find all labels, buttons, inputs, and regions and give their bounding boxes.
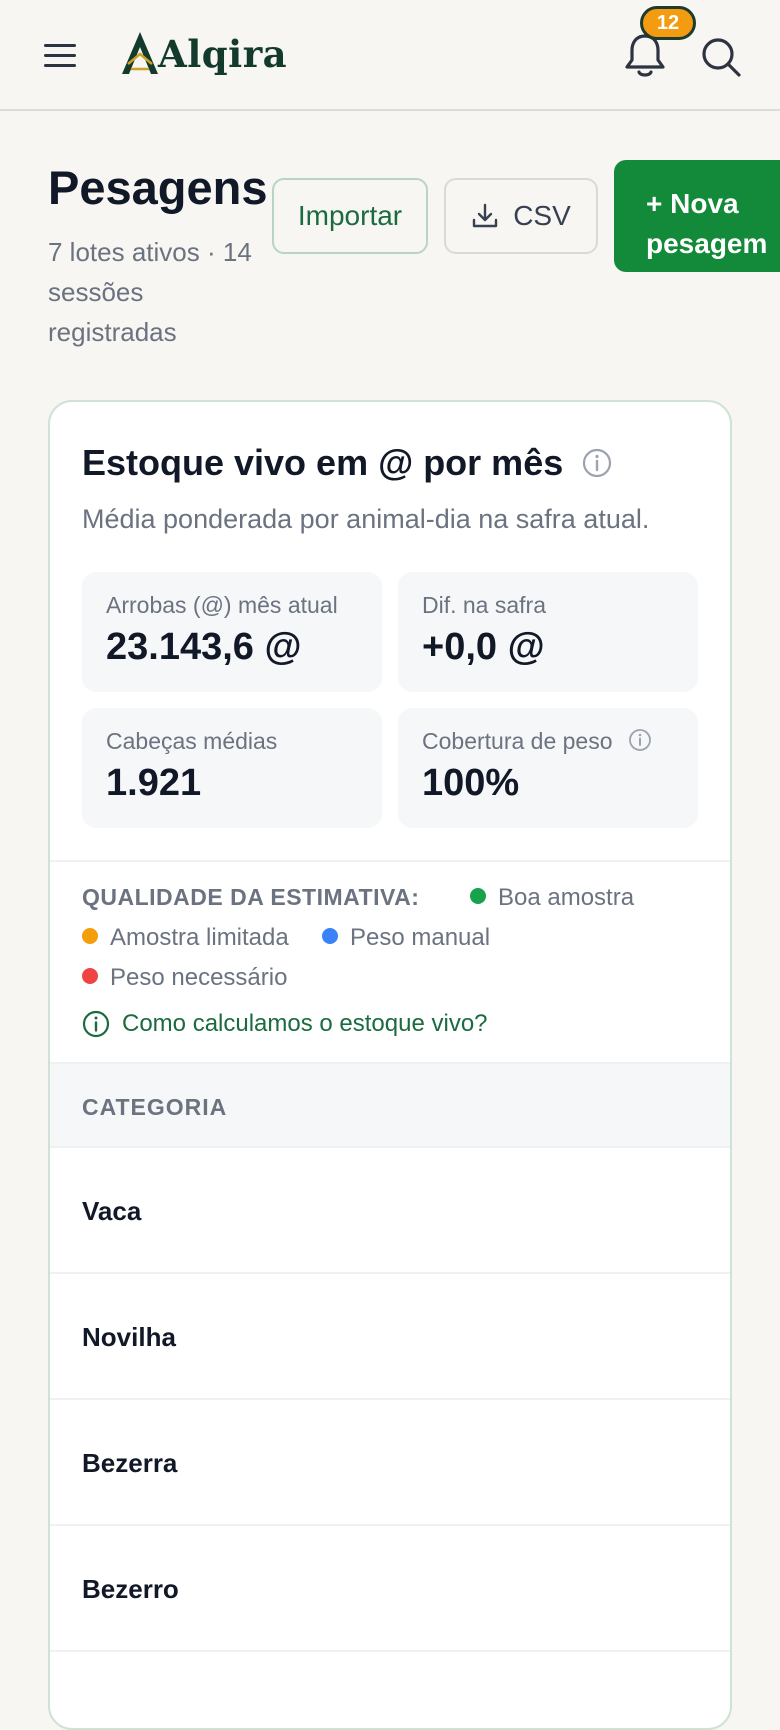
legend-label: Boa amostra <box>498 884 635 911</box>
table-row[interactable]: Vaca <box>50 1148 730 1274</box>
stat-value: 23.143,6 @ <box>106 626 302 668</box>
csv-export-button[interactable]: CSV <box>444 178 598 254</box>
stat-average-heads: Cabeças médias 1.921 <box>82 708 382 828</box>
page-subtitle: 7 lotes ativos · 14 sessões registradas <box>48 237 252 347</box>
red-dot-icon <box>82 968 98 984</box>
legend-limited-sample: Amostra limitada <box>82 924 289 952</box>
blue-dot-icon <box>322 928 338 944</box>
legend-weight-required: Peso necessário <box>82 964 287 992</box>
how-we-calculate-link[interactable]: Como calculamos o estoque vivo? <box>82 1010 488 1038</box>
menu-button[interactable] <box>42 38 78 74</box>
legend-label: Peso necessário <box>110 964 288 991</box>
table-row[interactable]: Bezerra <box>50 1400 730 1526</box>
quality-heading: QUALIDADE DA ESTIMATIVA: <box>82 884 420 910</box>
stat-label: Cobertura de peso <box>422 728 613 754</box>
info-icon <box>82 1010 110 1038</box>
column-header-category[interactable]: CATEGORIA <box>82 1094 227 1121</box>
green-dot-icon <box>470 888 486 904</box>
stat-label: Dif. na safra <box>422 592 546 618</box>
divider <box>50 860 730 862</box>
brand-logo[interactable]: Alqira <box>120 28 287 80</box>
help-link-label: Como calculamos o estoque vivo? <box>122 1010 488 1037</box>
category-cell: Bezerro <box>82 1574 179 1604</box>
legend-manual-weight: Peso manual <box>322 924 490 952</box>
stat-label: Arrobas (@) mês atual <box>106 592 338 618</box>
notification-count-badge: 12 <box>640 6 696 40</box>
stat-weight-coverage: Cobertura de peso 100% <box>398 708 698 828</box>
legend-label: Amostra limitada <box>110 924 289 951</box>
stat-value: +0,0 @ <box>422 626 545 668</box>
category-cell: Novilha <box>82 1322 176 1352</box>
info-icon[interactable] <box>628 728 652 752</box>
import-button[interactable]: Importar <box>272 178 428 254</box>
stat-current-month-arrobas: Arrobas (@) mês atual 23.143,6 @ <box>82 572 382 692</box>
legend-good-sample: Boa amostra <box>470 884 634 912</box>
top-bar: Alqira 12 <box>0 0 780 111</box>
stat-label: Cabeças médias <box>106 728 278 754</box>
info-icon[interactable] <box>582 448 612 478</box>
category-cell: Bezerra <box>82 1448 178 1478</box>
page-title: Pesagens <box>48 161 268 214</box>
search-button[interactable] <box>698 34 744 80</box>
card-title: Estoque vivo em @ por mês <box>82 442 564 483</box>
logo-mark-icon <box>122 32 158 74</box>
stat-value: 100% <box>422 762 520 804</box>
download-icon <box>473 203 498 228</box>
csv-label: CSV <box>513 200 571 231</box>
card-description: Média ponderada por animal-dia na safra … <box>82 504 650 534</box>
table-row[interactable]: Novilha <box>50 1274 730 1400</box>
table-row[interactable]: Bezerro <box>50 1526 730 1652</box>
new-weighing-button[interactable]: + Nova pesagem <box>614 160 780 272</box>
stat-value: 1.921 <box>106 762 202 804</box>
category-cell: Vaca <box>82 1196 142 1226</box>
live-stock-card: Estoque vivo em @ por mês Média ponderad… <box>48 400 732 1730</box>
stat-season-difference: Dif. na safra +0,0 @ <box>398 572 698 692</box>
orange-dot-icon <box>82 928 98 944</box>
brand-name: Alqira <box>158 32 288 76</box>
legend-label: Peso manual <box>350 924 491 951</box>
new-weighing-label: + Nova pesagem <box>646 188 768 259</box>
search-icon <box>702 38 741 77</box>
table-header: CATEGORIA <box>50 1062 730 1148</box>
